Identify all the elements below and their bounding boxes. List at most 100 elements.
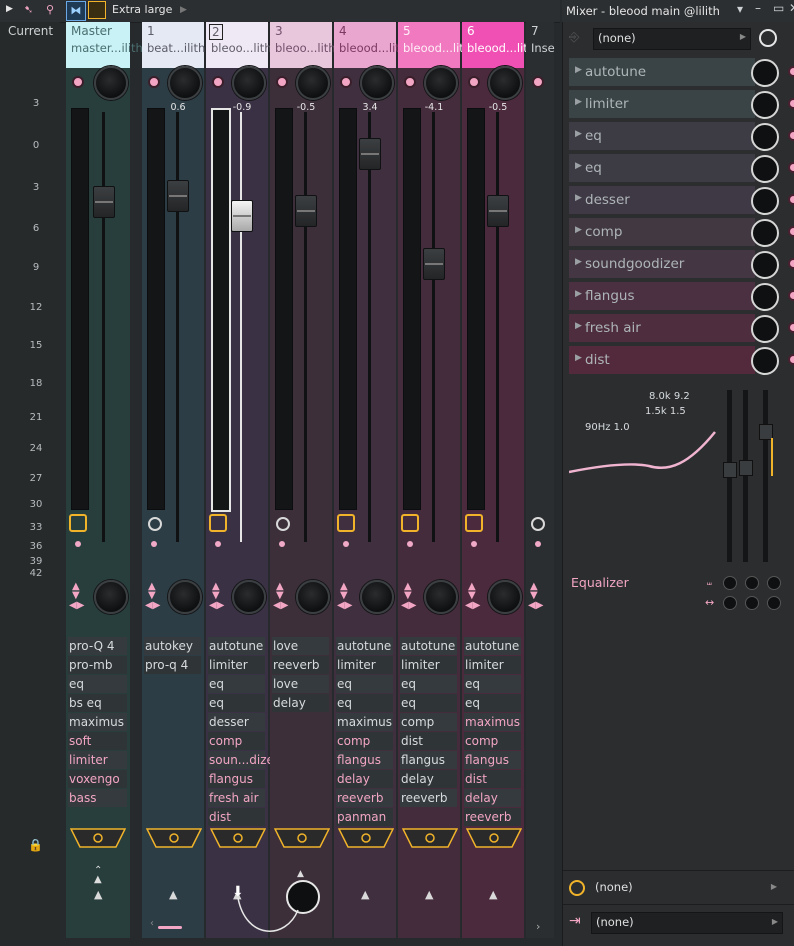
stereo-swap-icon[interactable]: ▲ ▼: [404, 582, 412, 601]
solo-dot[interactable]: [535, 541, 541, 547]
slot-expand-icon[interactable]: ▶: [575, 161, 582, 171]
pan-knob[interactable]: [168, 66, 202, 100]
channel-header[interactable]: 4 bleood...lith: [334, 22, 407, 68]
fx-slot[interactable]: limiter: [400, 656, 457, 674]
pan-knob[interactable]: [360, 66, 394, 100]
pan-knob[interactable]: [424, 66, 458, 100]
slot-expand-icon[interactable]: ▶: [575, 129, 582, 139]
clock-icon[interactable]: [759, 29, 777, 47]
clock-icon[interactable]: [531, 517, 545, 531]
menu-arrow-icon[interactable]: ▶: [6, 4, 13, 14]
fx-slot[interactable]: pro-mb: [68, 656, 127, 674]
fx-slot[interactable]: comp: [400, 713, 457, 731]
clock-icon[interactable]: [209, 514, 227, 532]
eq-gain-handle-mid[interactable]: [739, 460, 753, 476]
route-button[interactable]: [465, 828, 523, 848]
slot-expand-icon[interactable]: ▶: [575, 353, 582, 363]
channel-strip[interactable]: Master master...ilith ▲ ▼ ◀▶ pro-Q 4 pro-mb e…: [66, 22, 143, 938]
slot-mix-knob[interactable]: [751, 251, 779, 279]
slot-mix-knob[interactable]: [751, 187, 779, 215]
stereo-separation-icon[interactable]: ◀▶: [209, 601, 224, 611]
fx-slot[interactable]: flangus: [336, 751, 393, 769]
mixer-slot[interactable]: ▶ flangus: [569, 282, 794, 311]
fx-slot[interactable]: eq: [464, 675, 521, 693]
stereo-knob[interactable]: [232, 580, 266, 614]
fx-slot[interactable]: limiter: [464, 656, 521, 674]
maximize-icon[interactable]: ▭: [773, 1, 784, 15]
mixer-slot[interactable]: ▶ limiter: [569, 90, 794, 119]
fx-slot[interactable]: comp: [464, 732, 521, 750]
fx-slot[interactable]: limiter: [208, 656, 265, 674]
send-arrow-icon[interactable]: ▲: [489, 888, 497, 901]
slot-mix-knob[interactable]: [751, 315, 779, 343]
mute-led[interactable]: [212, 76, 224, 88]
slot-expand-icon[interactable]: ▶: [575, 193, 582, 203]
close-icon[interactable]: ✕: [789, 1, 794, 15]
output-select[interactable]: (none) ▶: [591, 912, 783, 934]
fx-slot[interactable]: fresh air: [208, 789, 265, 807]
channel-header[interactable]: Master master...ilith: [66, 22, 143, 68]
fx-slot[interactable]: bass: [68, 789, 127, 807]
eq-knob-bw-low[interactable]: [723, 576, 737, 590]
pin-icon[interactable]: ⚲: [46, 3, 54, 16]
slot-mix-knob[interactable]: [751, 219, 779, 247]
fx-slot[interactable]: autotune: [208, 637, 265, 655]
solo-dot[interactable]: [75, 541, 81, 547]
fx-slot[interactable]: limiter: [68, 751, 127, 769]
stereo-swap-icon[interactable]: ▲ ▼: [468, 582, 476, 601]
input-select[interactable]: (none) ▶: [593, 28, 751, 50]
slot-mix-knob[interactable]: [751, 123, 779, 151]
slot-enable-led[interactable]: [788, 194, 794, 205]
slot-mix-knob[interactable]: [751, 283, 779, 311]
layout-mode-icon[interactable]: [88, 1, 106, 19]
pan-knob[interactable]: [296, 66, 330, 100]
mixer-slot[interactable]: ▶ eq: [569, 122, 794, 151]
stereo-swap-icon[interactable]: ▲ ▼: [340, 582, 348, 601]
clock-icon[interactable]: [148, 517, 162, 531]
mixer-slot[interactable]: ▶ fresh air: [569, 314, 794, 343]
fx-slot[interactable]: voxengo: [68, 770, 127, 788]
stereo-knob[interactable]: [360, 580, 394, 614]
send-arrow-icon[interactable]: ▲: [94, 888, 102, 901]
solo-dot[interactable]: [343, 541, 349, 547]
channel-header[interactable]: 6 bleood...lith: [462, 22, 535, 68]
stereo-swap-icon[interactable]: ▲ ▼: [72, 582, 80, 601]
output-clock-icon[interactable]: [569, 880, 585, 896]
fx-slot[interactable]: soun...dizer: [208, 751, 279, 769]
solo-dot[interactable]: [215, 541, 221, 547]
fx-slot[interactable]: eq: [400, 675, 457, 693]
mixer-slot[interactable]: ▶ soundgoodizer: [569, 250, 794, 279]
stereo-separation-icon[interactable]: ◀▶: [465, 601, 480, 611]
output-clock-select[interactable]: (none) ▶: [591, 878, 781, 898]
fx-slot[interactable]: delay: [464, 789, 521, 807]
fx-slot[interactable]: eq: [336, 675, 393, 693]
route-button[interactable]: [209, 828, 267, 848]
mixer-slot[interactable]: ▶ comp: [569, 218, 794, 247]
fx-slot[interactable]: autotune: [464, 637, 521, 655]
stereo-separation-icon[interactable]: ◀▶: [401, 601, 416, 611]
fx-slot[interactable]: maximus: [68, 713, 127, 731]
fx-slot[interactable]: delay: [272, 694, 329, 712]
master-up-arrow-icon[interactable]: ⌃ ▲: [94, 866, 102, 885]
mixer-slot[interactable]: ▶ desser: [569, 186, 794, 215]
mute-led[interactable]: [148, 76, 160, 88]
slot-enable-led[interactable]: [788, 226, 794, 237]
eq-knob-freq-high[interactable]: [767, 596, 781, 610]
slot-mix-knob[interactable]: [751, 91, 779, 119]
eq-knob-freq-low[interactable]: [723, 596, 737, 610]
mute-led[interactable]: [468, 76, 480, 88]
route-button[interactable]: [401, 828, 459, 848]
fx-slot[interactable]: flangus: [208, 770, 265, 788]
mute-led[interactable]: [532, 76, 544, 88]
fx-slot[interactable]: eq: [68, 675, 127, 693]
fx-slot[interactable]: dist: [464, 770, 521, 788]
fx-slot[interactable]: flangus: [464, 751, 521, 769]
slot-enable-led[interactable]: [788, 162, 794, 173]
route-button[interactable]: [69, 828, 127, 848]
channel-strip[interactable]: 4 bleood...lith 3.4 ▲ ▼ ◀▶ autotune limiter eq…: [334, 22, 407, 938]
solo-dot[interactable]: [279, 541, 285, 547]
volume-fader[interactable]: [231, 200, 253, 232]
route-lock-icon[interactable]: 🔒: [28, 838, 43, 852]
mute-led[interactable]: [276, 76, 288, 88]
fx-slot[interactable]: limiter: [336, 656, 393, 674]
